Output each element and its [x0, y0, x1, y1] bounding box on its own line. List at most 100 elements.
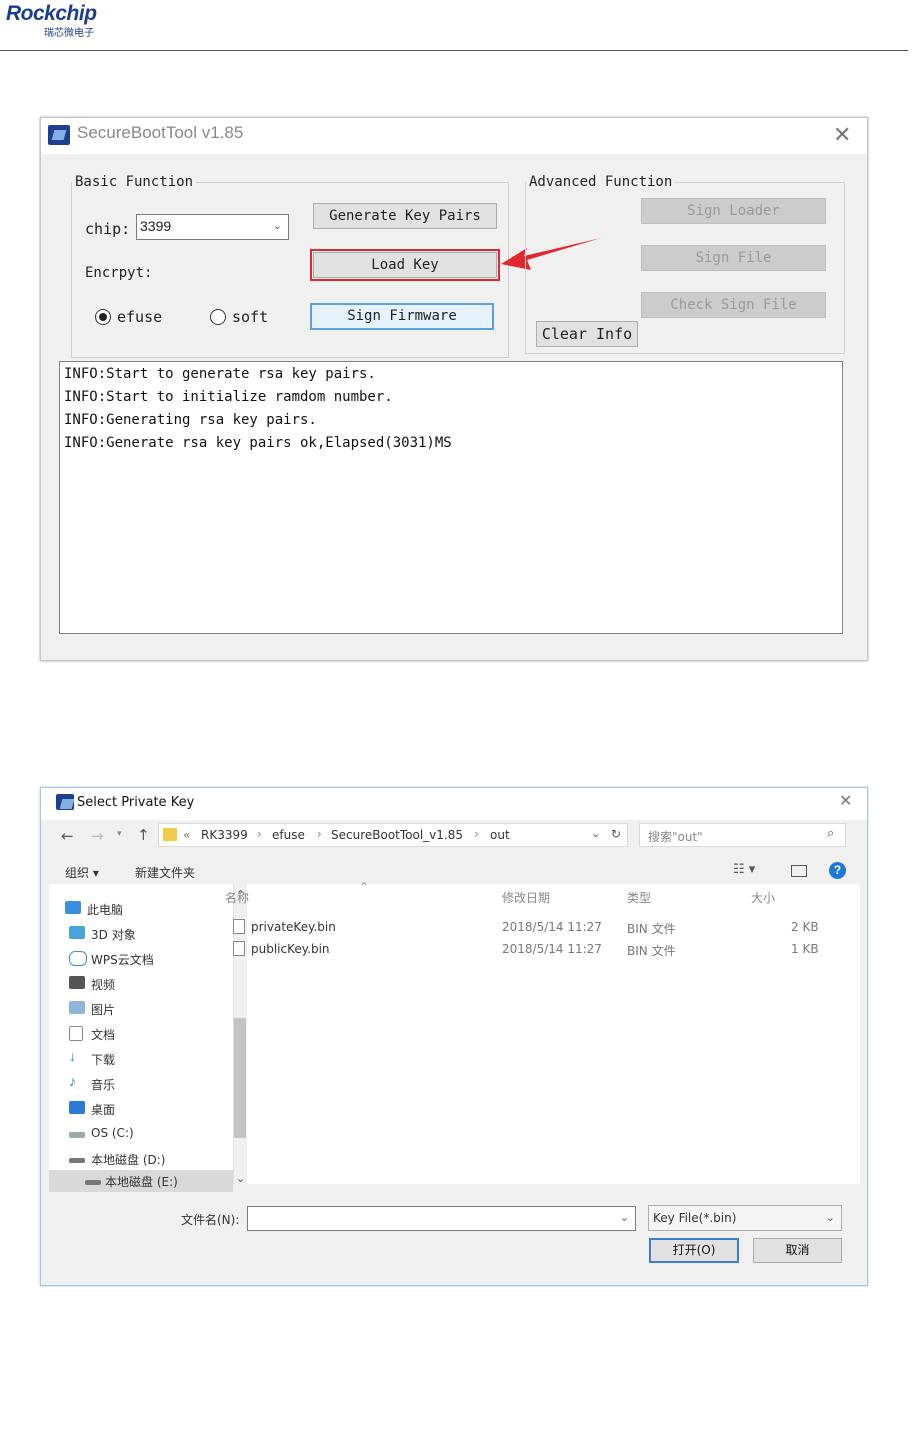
file-date: 2018/5/14 11:27 — [502, 942, 602, 956]
soft-radio[interactable] — [210, 309, 226, 325]
breadcrumb-separator: › — [474, 827, 479, 841]
film-icon — [69, 976, 85, 989]
efuse-radio[interactable] — [95, 309, 111, 325]
encrypt-label: Encrpyt: — [85, 265, 153, 281]
download-icon: ↓ — [69, 1048, 76, 1064]
check-sign-file-button[interactable]: Check Sign File — [641, 292, 826, 318]
new-folder-button[interactable]: 新建文件夹 — [135, 864, 195, 881]
sign-firmware-button[interactable]: Sign Firmware — [310, 303, 494, 330]
breadcrumb-separator: › — [257, 827, 262, 841]
window-title: SecureBootTool v1.85 — [77, 123, 244, 142]
rockchip-logo: Rockchip — [6, 2, 97, 25]
file-type: BIN 文件 — [627, 944, 676, 958]
close-icon[interactable]: ✕ — [833, 124, 851, 146]
help-icon[interactable]: ? — [829, 862, 846, 879]
file-type-filter[interactable]: Key File(*.bin) ⌄ — [648, 1205, 842, 1231]
search-placeholder: 搜索"out" — [648, 830, 703, 844]
navigation-pane[interactable]: 此电脑 3D 对象 WPS云文档 视频 图片 文档 ↓ 下载 ♪ 音乐 桌面 O… — [49, 884, 233, 1192]
file-date: 2018/5/14 11:27 — [502, 920, 602, 934]
nav-item-drive-e[interactable]: 本地磁盘 (E:) — [49, 1170, 233, 1192]
filename-label: 文件名(N): — [181, 1213, 240, 1227]
view-options-icon[interactable]: ☷ ▾ — [733, 862, 755, 877]
file-name: privateKey.bin — [251, 920, 336, 934]
column-name[interactable]: 名称 — [225, 889, 249, 906]
file-size: 1 KB — [791, 942, 819, 956]
nav-label: 文档 — [91, 1028, 116, 1042]
cube-icon — [69, 926, 85, 939]
document-icon — [69, 1026, 83, 1041]
drive-icon — [69, 1132, 85, 1138]
close-icon[interactable]: ✕ — [839, 794, 852, 810]
log-line: INFO:Start to initialize ramdom number. — [64, 389, 393, 405]
organize-menu[interactable]: 组织 ▾ — [65, 864, 99, 881]
clear-info-button[interactable]: Clear Info — [536, 321, 638, 347]
up-arrow-icon[interactable]: ↑ — [137, 826, 150, 844]
file-size: 2 KB — [791, 920, 819, 934]
back-arrow-icon[interactable]: ← — [61, 827, 74, 845]
app-icon — [56, 794, 74, 810]
nav-label: 此电脑 — [87, 903, 124, 917]
search-icon: ⌕ — [827, 826, 835, 841]
drive-icon — [85, 1180, 101, 1185]
filter-value: Key File(*.bin) — [653, 1211, 737, 1225]
preview-pane-icon[interactable] — [791, 865, 807, 877]
file-icon — [233, 919, 245, 934]
nav-label: 视频 — [91, 978, 116, 992]
open-button[interactable]: 打开(O) — [649, 1238, 739, 1263]
cancel-button[interactable]: 取消 — [753, 1238, 842, 1263]
column-date[interactable]: 修改日期 — [502, 889, 550, 906]
securebootool-window: SecureBootTool v1.85 ✕ Basic Function ch… — [40, 117, 868, 661]
generate-key-pairs-button[interactable]: Generate Key Pairs — [313, 203, 497, 229]
music-note-icon: ♪ — [69, 1073, 76, 1089]
log-line: INFO:Start to generate rsa key pairs. — [64, 366, 376, 382]
computer-icon — [65, 901, 81, 914]
sign-file-button[interactable]: Sign File — [641, 245, 826, 271]
file-name: publicKey.bin — [251, 942, 330, 956]
nav-label: 下载 — [91, 1053, 116, 1067]
search-input[interactable]: 搜索"out" ⌕ — [639, 823, 846, 847]
breadcrumb-efuse[interactable]: efuse — [272, 828, 305, 842]
group-label: Advanced Function — [526, 174, 676, 190]
picture-icon — [69, 1001, 85, 1014]
title-bar: Select Private Key ✕ — [41, 788, 867, 820]
nav-label: 3D 对象 — [91, 928, 136, 942]
folder-icon — [163, 828, 177, 841]
soft-label: soft — [232, 308, 269, 326]
nav-label: 本地磁盘 (D:) — [91, 1153, 166, 1167]
column-type[interactable]: 类型 — [627, 889, 651, 906]
chevron-down-icon: ⌄ — [825, 1212, 835, 1224]
address-bar[interactable]: « RK3399 › efuse › SecureBootTool_v1.85 … — [158, 823, 628, 847]
header-divider — [0, 50, 908, 51]
nav-label: 桌面 — [91, 1103, 116, 1117]
nav-label: 本地磁盘 (E:) — [105, 1175, 178, 1189]
app-icon — [48, 125, 70, 145]
chevron-down-icon: ⌄ — [272, 220, 282, 232]
scrollbar-thumb[interactable] — [234, 1018, 246, 1138]
desktop-icon — [69, 1101, 85, 1114]
column-size[interactable]: 大小 — [751, 889, 775, 906]
chevron-down-icon[interactable]: ⌄ — [591, 827, 600, 840]
sort-ascending-icon: ⌃ — [359, 880, 370, 894]
nav-label: OS (C:) — [91, 1126, 134, 1140]
file-row[interactable]: privateKey.bin 2018/5/14 11:27 BIN 文件 2 … — [233, 916, 847, 938]
sign-loader-button[interactable]: Sign Loader — [641, 198, 826, 224]
file-list[interactable]: 名称 ⌃ 修改日期 类型 大小 privateKey.bin 2018/5/14… — [225, 880, 860, 1184]
file-type: BIN 文件 — [627, 922, 676, 936]
recent-dropdown-icon[interactable]: ▾ — [117, 829, 122, 839]
scroll-down-icon[interactable]: ⌄ — [236, 1172, 245, 1185]
breadcrumb-securebootool[interactable]: SecureBootTool_v1.85 — [331, 828, 463, 842]
title-bar: SecureBootTool v1.85 ✕ — [41, 118, 867, 154]
file-row[interactable]: publicKey.bin 2018/5/14 11:27 BIN 文件 1 K… — [233, 938, 847, 960]
refresh-icon[interactable]: ↻ — [611, 827, 621, 841]
select-private-key-dialog: Select Private Key ✕ ← → ▾ ↑ « RK3399 › … — [40, 787, 868, 1286]
breadcrumb-out[interactable]: out — [490, 828, 510, 842]
breadcrumb-rk3399[interactable]: RK3399 — [201, 828, 248, 842]
log-output[interactable]: INFO:Start to generate rsa key pairs. IN… — [59, 361, 843, 634]
forward-arrow-icon[interactable]: → — [91, 827, 104, 845]
breadcrumb-overflow[interactable]: « — [183, 828, 190, 842]
chip-value: 3399 — [140, 218, 172, 234]
load-key-button[interactable]: Load Key — [310, 249, 500, 281]
filename-input[interactable]: ⌄ — [247, 1206, 636, 1231]
chip-select[interactable]: 3399 ⌄ — [136, 214, 289, 240]
chevron-down-icon[interactable]: ⌄ — [620, 1211, 629, 1224]
